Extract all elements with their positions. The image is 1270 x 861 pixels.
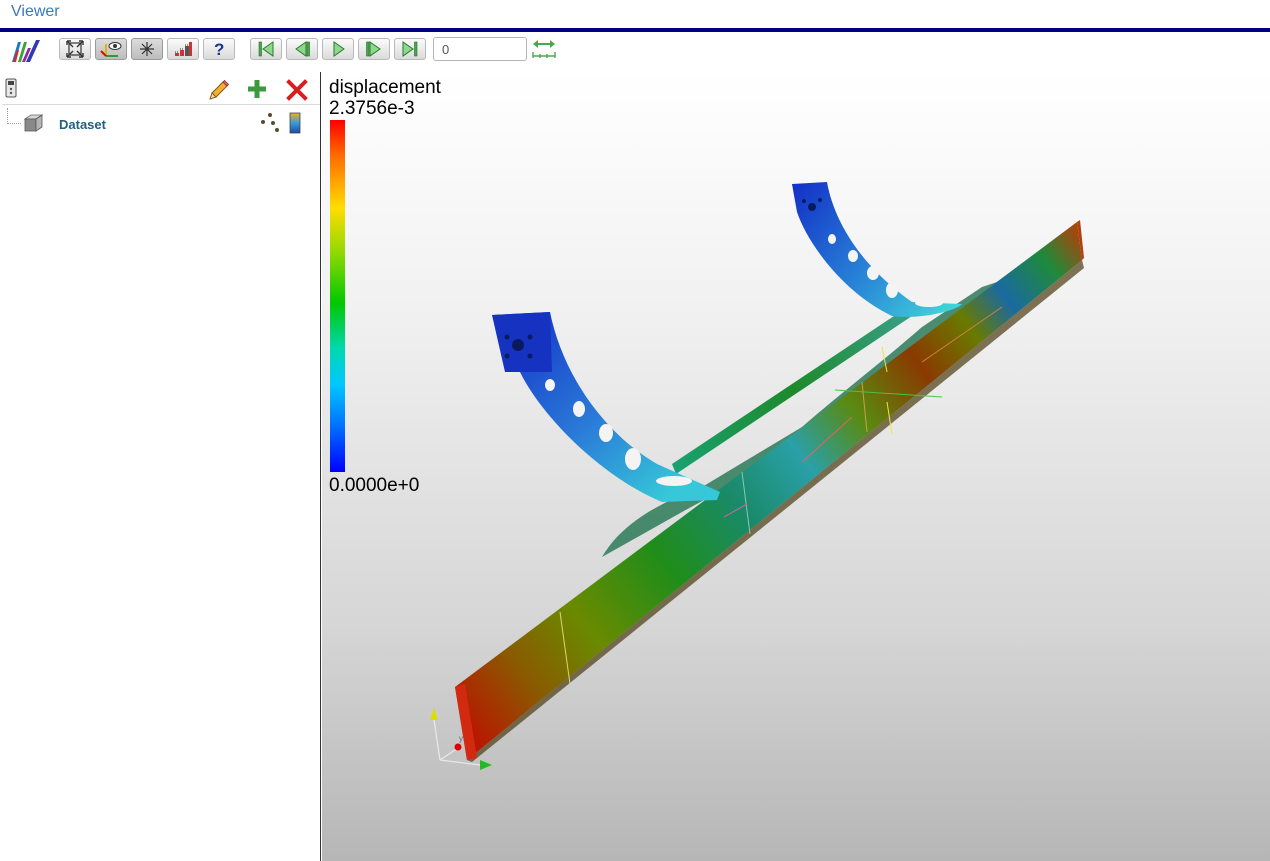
pipeline-item-label[interactable]: Dataset (59, 117, 106, 132)
eye-axes-icon (100, 42, 122, 57)
colorbar-min-label: 0.0000e+0 (329, 475, 420, 496)
frame-input[interactable] (433, 37, 527, 61)
colorbar-title: displacement (329, 77, 441, 98)
panel-toolbar (0, 72, 321, 104)
expand-arrows-icon (66, 40, 84, 58)
step-back-icon (295, 41, 310, 57)
title-bar: Viewer (0, 0, 1270, 28)
orientation-axis-y-label: y (459, 734, 463, 743)
svg-text:?: ? (214, 40, 224, 58)
pipeline-panel: Dataset (0, 72, 321, 861)
time-range-icon[interactable] (531, 38, 557, 60)
previous-frame-button[interactable] (286, 38, 318, 60)
color-legend-icon[interactable] (289, 112, 301, 134)
play-button[interactable] (322, 38, 354, 60)
toggle-statistics-button[interactable] (167, 38, 199, 60)
colorbar (330, 120, 345, 472)
help-button[interactable]: ? (203, 38, 235, 60)
last-frame-button[interactable] (394, 38, 426, 60)
app-title: Viewer (11, 3, 60, 20)
histogram-icon (175, 42, 192, 56)
app-logo-icon (12, 40, 40, 62)
first-frame-button[interactable] (250, 38, 282, 60)
play-icon (333, 41, 345, 57)
panel-divider (2, 104, 320, 105)
toggle-center-axes-button[interactable] (131, 38, 163, 60)
remote-control-icon[interactable] (5, 78, 17, 98)
question-icon: ? (214, 40, 224, 58)
render-viewport[interactable]: y displacement 2.3756e-3 0.0000e+0 (322, 72, 1270, 861)
step-forward-icon (366, 41, 381, 57)
colorbar-max-label: 2.3756e-3 (329, 98, 415, 119)
toolbar: ? (0, 33, 1270, 71)
tree-connector (7, 108, 21, 124)
cube-icon[interactable] (22, 113, 44, 133)
skip-first-icon (258, 41, 274, 57)
plus-icon[interactable] (246, 78, 268, 100)
toggle-orientation-axes-button[interactable] (95, 38, 127, 60)
delete-x-icon[interactable] (286, 79, 308, 101)
skip-last-icon (402, 41, 418, 57)
points-icon[interactable] (259, 111, 281, 133)
pipeline-item-dataset[interactable]: Dataset (0, 108, 320, 138)
scene-canvas[interactable]: y (322, 72, 1270, 861)
next-frame-button[interactable] (358, 38, 390, 60)
asterisk-icon (140, 42, 154, 56)
reset-camera-button[interactable] (59, 38, 91, 60)
header-divider (0, 28, 1270, 32)
pencil-icon[interactable] (208, 79, 230, 101)
